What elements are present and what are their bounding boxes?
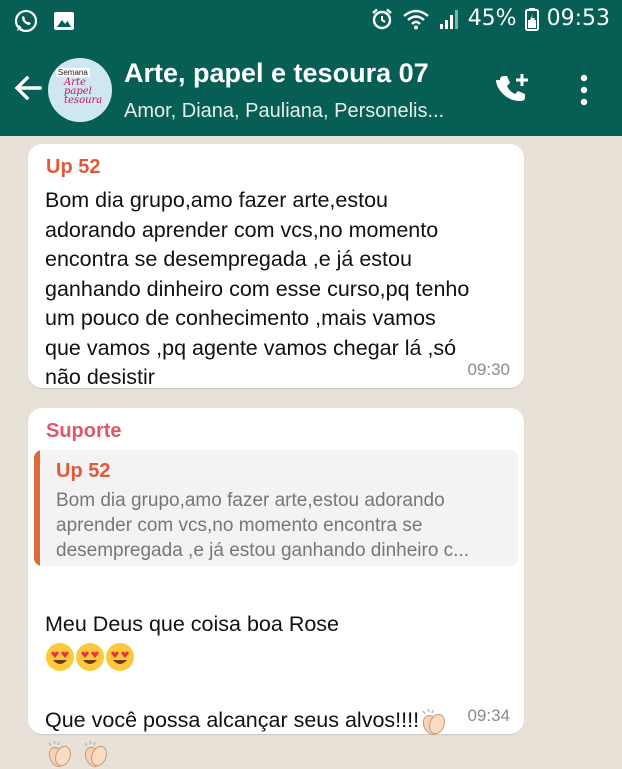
reply-text: Meu Deus que coisa boa Rose Que você pos… [45,576,515,769]
group-avatar[interactable]: Semana Arte papel tesoura [48,58,112,122]
chat-title[interactable]: Arte, papel e tesoura 07 [124,58,429,89]
reply-line-2: Que você possa alcançar seus alvos!!!! [45,708,420,733]
clapping-hands-emoji [422,708,445,735]
message-bubble[interactable]: Suporte Up 52 Bom dia grupo,amo fazer ar… [28,408,524,768]
message-sender[interactable]: Suporte [46,420,122,443]
avatar-logo-text: Arte papel tesoura [64,77,103,106]
status-bar: 45% 09:53 [0,0,622,42]
battery-percent: 45% [467,6,517,31]
quote-text: Bom dia grupo,amo fazer arte,estou adora… [56,490,470,561]
message-bubble[interactable]: Up 52 Bom dia grupo,amo fazer arte,estou… [28,144,524,389]
back-arrow-icon[interactable] [10,70,46,106]
clapping-hands-emoji [48,740,71,768]
chat-area[interactable]: Up 52 Bom dia grupo,amo fazer arte,estou… [0,136,622,768]
message-time: 09:30 [467,360,510,379]
clock: 09:53 [546,6,610,31]
quote-bar [34,450,40,566]
clapping-hands-emoji [84,740,107,768]
chat-members[interactable]: Amor, Diana, Pauliana, Personelis... [124,100,444,123]
add-call-icon[interactable] [494,70,534,110]
whatsapp-icon [14,9,38,33]
battery-icon [524,7,539,31]
quote-author: Up 52 [56,460,111,482]
quoted-message[interactable]: Up 52 Bom dia grupo,amo fazer arte,estou… [34,450,518,566]
message-time: 09:34 [467,706,510,725]
chat-header: Semana Arte papel tesoura Arte, papel e … [0,42,622,136]
signal-icon [439,9,458,29]
message-sender[interactable]: Up 52 [46,156,100,179]
reply-line-1: Meu Deus que coisa boa Rose [45,612,340,636]
avatar-tag: Semana [56,68,90,77]
alarm-icon [371,8,392,29]
image-icon [54,12,74,30]
heart-eyes-emoji [46,643,74,672]
heart-eyes-emoji [76,643,104,672]
more-vert-icon[interactable] [574,70,594,110]
heart-eyes-emoji [106,643,134,672]
message-text: Bom dia grupo,amo fazer arte,estou adora… [45,188,470,389]
wifi-icon [402,9,429,29]
